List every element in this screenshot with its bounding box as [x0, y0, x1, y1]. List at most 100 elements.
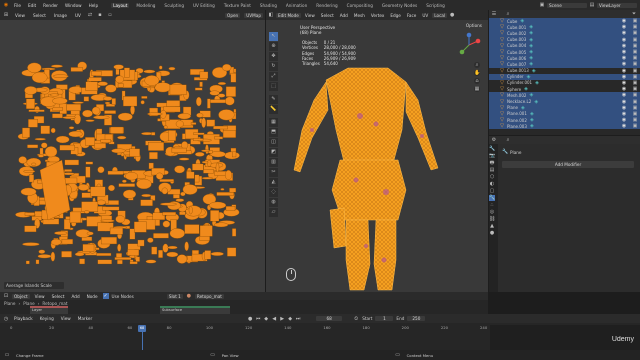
uv-island[interactable] — [192, 163, 204, 171]
next-key-icon[interactable]: ◆ — [287, 316, 293, 322]
uv-island[interactable] — [210, 151, 226, 158]
uv-island[interactable] — [54, 231, 68, 235]
timeline-type-icon[interactable]: ◷ — [3, 316, 9, 322]
uv-island[interactable] — [27, 144, 39, 149]
uv-island[interactable] — [25, 260, 30, 265]
uv-island[interactable] — [50, 238, 62, 246]
uv-island[interactable] — [102, 206, 120, 211]
add-modifier-button[interactable]: Add Modifier — [502, 161, 634, 168]
uv-island[interactable] — [225, 86, 236, 97]
mesh-data-icon[interactable]: ◈ — [533, 99, 539, 105]
uv-island[interactable] — [195, 96, 202, 107]
mesh-data-icon[interactable]: ◈ — [528, 61, 534, 67]
visibility-eye-icon[interactable]: ◉ — [621, 49, 627, 55]
visibility-eye-icon[interactable]: ◉ — [621, 99, 627, 105]
uv-menu-select[interactable]: Select — [31, 13, 48, 18]
uv-island[interactable] — [77, 184, 89, 191]
shader-menu-add[interactable]: Add — [70, 294, 82, 299]
uv-island[interactable] — [95, 247, 100, 251]
uv-island[interactable] — [194, 174, 200, 183]
uv-island[interactable] — [135, 256, 140, 262]
uv-island[interactable] — [190, 122, 197, 125]
end-frame-field[interactable]: 250 — [407, 316, 426, 321]
uv-island[interactable] — [171, 147, 187, 153]
uv-island[interactable] — [117, 83, 124, 88]
uv-island-canvas[interactable] — [0, 20, 265, 282]
uv-island[interactable] — [196, 112, 204, 118]
uv-island[interactable] — [159, 179, 174, 182]
uv-island[interactable] — [28, 119, 38, 128]
play-icon[interactable]: ▶ — [279, 316, 285, 322]
uv-island[interactable] — [167, 245, 178, 250]
uv-island[interactable] — [111, 98, 116, 105]
tab-modeling[interactable]: Modeling — [134, 3, 157, 8]
modifier-tab-icon[interactable]: 🔧 — [489, 195, 495, 201]
uv-island[interactable] — [83, 96, 89, 102]
shader-menu-view[interactable]: View — [33, 294, 47, 299]
uv-island[interactable] — [136, 178, 152, 190]
particles-tab-icon[interactable]: ∴ — [489, 202, 495, 208]
uv-island[interactable] — [207, 159, 212, 167]
uv-island[interactable] — [166, 251, 179, 258]
uv-island[interactable] — [104, 101, 111, 105]
playhead-marker[interactable]: 68 — [138, 325, 146, 332]
viewport-editor-type-icon[interactable]: ◧ — [268, 12, 274, 18]
menu-view[interactable]: View — [59, 316, 73, 321]
visibility-eye-icon[interactable]: ◉ — [621, 86, 627, 92]
uv-island[interactable] — [143, 69, 156, 74]
uv-island[interactable] — [178, 157, 190, 161]
render-camera-icon[interactable]: ▣ — [632, 30, 638, 36]
uv-island[interactable] — [210, 210, 220, 222]
uv-island[interactable] — [169, 228, 185, 239]
mesh-data-icon[interactable]: ◈ — [526, 74, 532, 80]
vp-menu-vertex[interactable]: Vertex — [369, 13, 386, 18]
uv-island[interactable] — [55, 135, 70, 144]
uv-island[interactable] — [232, 228, 237, 237]
uv-island[interactable] — [140, 100, 145, 105]
uv-island[interactable] — [117, 259, 123, 265]
uv-island[interactable] — [199, 81, 203, 87]
mesh-data-icon[interactable]: ◈ — [528, 37, 534, 43]
uv-island[interactable] — [37, 254, 52, 259]
object-tab-icon[interactable]: ▢ — [489, 188, 495, 194]
node-stub-left[interactable]: Layer — [30, 306, 68, 314]
uv-island[interactable] — [115, 215, 125, 223]
tab-scripting[interactable]: Scripting — [424, 3, 447, 8]
uv-island[interactable] — [104, 134, 113, 141]
uv-island[interactable] — [209, 90, 220, 96]
uv-island[interactable] — [158, 65, 163, 70]
scene-tab-icon[interactable]: ⬡ — [489, 174, 495, 180]
mesh-data-icon[interactable]: ◈ — [529, 123, 535, 129]
edge-select-icon[interactable]: ▫ — [107, 12, 113, 18]
uv-island[interactable] — [175, 120, 184, 128]
tool-tab-icon[interactable]: 🔧 — [489, 146, 495, 152]
uv-island[interactable] — [169, 84, 187, 95]
tab-uv-editing[interactable]: UV Editing — [191, 3, 217, 8]
outliner-filter-icon[interactable]: ⏷ — [631, 11, 637, 17]
uv-island[interactable] — [41, 142, 48, 149]
uv-island[interactable] — [225, 170, 232, 180]
uv-island[interactable] — [148, 142, 165, 151]
visibility-eye-icon[interactable]: ◉ — [621, 18, 627, 24]
menu-playback[interactable]: Playback — [12, 316, 35, 321]
vp-menu-face[interactable]: Face — [405, 13, 418, 18]
uv-island[interactable] — [115, 75, 124, 84]
uv-island[interactable] — [222, 130, 237, 138]
uv-island[interactable] — [199, 71, 209, 79]
visibility-eye-icon[interactable]: ◉ — [621, 43, 627, 49]
visibility-eye-icon[interactable]: ◉ — [621, 117, 627, 123]
prev-key-icon[interactable]: ◆ — [263, 316, 269, 322]
uv-island[interactable] — [125, 172, 138, 181]
uv-island[interactable] — [97, 259, 112, 265]
uv-island[interactable] — [35, 259, 40, 265]
data-tab-icon[interactable]: ▲ — [489, 223, 495, 229]
uv-island[interactable] — [214, 136, 223, 140]
uv-island[interactable] — [24, 225, 37, 233]
uv-island[interactable] — [122, 179, 127, 183]
uv-island[interactable] — [160, 202, 177, 206]
uv-menu-view[interactable]: View — [13, 13, 27, 18]
view-layer-selector[interactable]: ViewLayer — [597, 2, 637, 8]
visibility-eye-icon[interactable]: ◉ — [621, 74, 627, 80]
uv-island[interactable] — [111, 148, 126, 154]
uv-island[interactable] — [27, 62, 42, 73]
